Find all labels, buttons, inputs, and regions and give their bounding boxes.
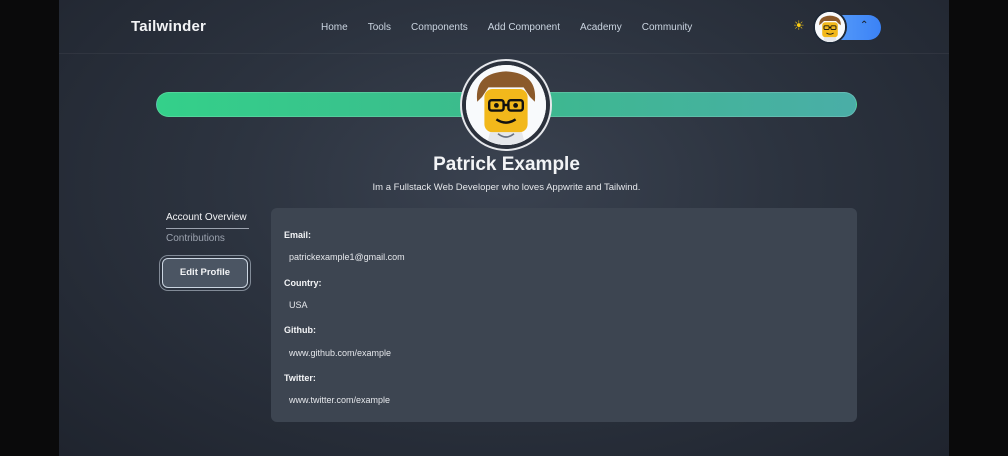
nav-link-components[interactable]: Components [411,22,468,33]
nav-link-community[interactable]: Community [642,22,693,33]
email-value: patrickexample1@gmail.com [289,252,405,262]
tab-account-overview[interactable]: Account Overview [166,212,247,223]
profile-bio: Im a Fullstack Web Developer who loves A… [372,182,641,193]
brand-logo[interactable]: Tailwinder [131,18,206,35]
country-value: USA [289,300,308,310]
nav-link-tools[interactable]: Tools [368,22,391,33]
user-menu-button[interactable]: ⌃ [813,10,881,44]
github-label: Github: [284,325,316,335]
edit-profile-button[interactable]: Edit Profile [162,258,248,288]
top-navbar: Tailwinder Home Tools Components Add Com… [59,0,949,54]
account-details-card: Email: patrickexample1@gmail.com Country… [271,208,857,422]
twitter-value: www.twitter.com/example [289,395,391,405]
chevron-up-icon: ⌃ [860,20,869,31]
profile-avatar [460,59,552,151]
lego-figure-icon [815,12,845,42]
email-label: Email: [284,230,312,240]
nav-links: Home Tools Components Add Component Acad… [321,22,712,33]
user-avatar [813,10,847,44]
active-tab-underline [166,228,249,229]
sun-icon[interactable]: ☀ [793,19,805,32]
nav-link-home[interactable]: Home [321,22,348,33]
profile-name: Patrick Example [433,154,580,175]
lego-figure-icon [466,65,546,145]
app-window: Tailwinder Home Tools Components Add Com… [59,0,949,456]
twitter-label: Twitter: [284,373,316,383]
github-value: www.github.com/example [289,348,392,358]
country-label: Country: [284,278,322,288]
nav-link-academy[interactable]: Academy [580,22,622,33]
nav-link-add-component[interactable]: Add Component [488,22,560,33]
tab-contributions[interactable]: Contributions [166,233,225,244]
